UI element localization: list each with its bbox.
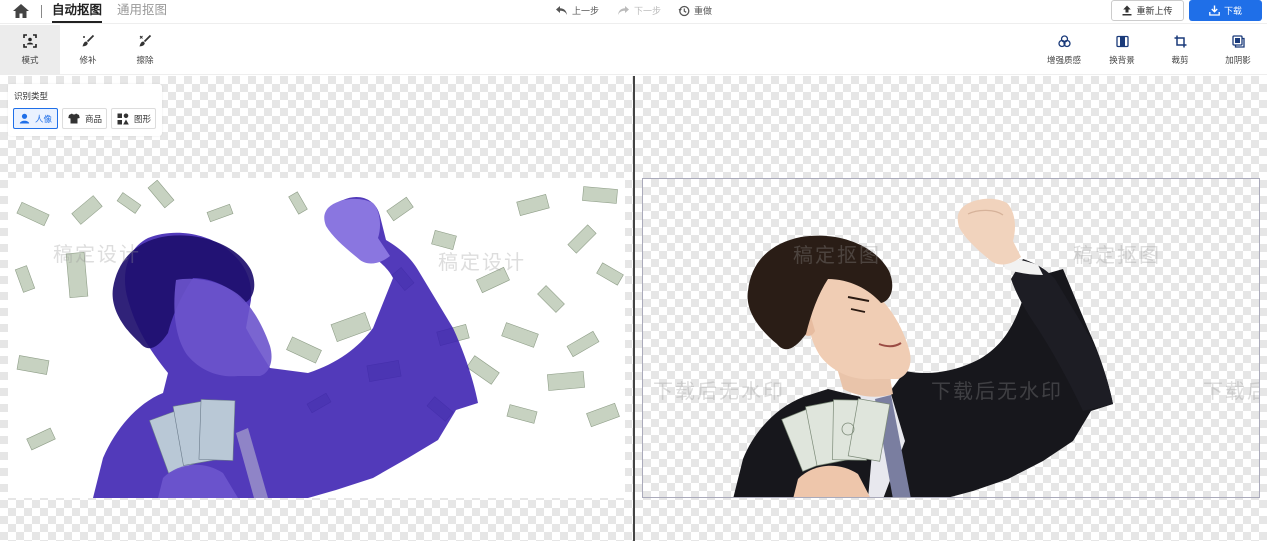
reset-button[interactable]: 重做 (678, 4, 712, 17)
download-label: 下载 (1223, 7, 1242, 17)
tool-shadow[interactable]: 加阴影 (1208, 25, 1267, 75)
type-shape-label: 图形 (134, 114, 152, 125)
watermark: 下载后无水印 (653, 379, 785, 403)
result-canvas[interactable]: 稿定抠图 稿定抠图 下载后无水印 下载后无水印 下载后 (635, 76, 1267, 541)
tool-mode[interactable]: 模式 (0, 25, 60, 75)
enhance-icon (1057, 34, 1071, 47)
upload-icon (1122, 5, 1132, 16)
tool-enhance-label: 增强质感 (1046, 55, 1081, 66)
redo-icon (618, 6, 629, 15)
tool-mode-label: 模式 (21, 56, 39, 66)
mode-icon (23, 34, 37, 48)
tool-background-label: 换背景 (1109, 55, 1135, 66)
reset-label: 重做 (694, 7, 713, 17)
toolbar: 模式 修补 擦除 增强质感 换背景 裁剪 加阴影 (0, 25, 1267, 75)
type-product-label: 商品 (85, 114, 103, 125)
download-button[interactable]: 下载 (1189, 0, 1262, 21)
shapes-icon (117, 113, 129, 124)
type-portrait-label: 人像 (35, 114, 53, 125)
divider (41, 5, 42, 18)
watermark: 稿定设计 (53, 242, 141, 266)
tool-enhance[interactable]: 增强质感 (1034, 25, 1094, 75)
recognition-type-title: 识别类型 (14, 92, 49, 102)
download-icon (1209, 5, 1220, 16)
cutout-photo (733, 198, 1113, 497)
tool-crop-label: 裁剪 (1171, 55, 1189, 66)
reupload-label: 重新上传 (1136, 7, 1173, 17)
crop-icon (1174, 35, 1186, 47)
tool-background[interactable]: 换背景 (1092, 25, 1152, 75)
watermark: 稿定设计 (438, 250, 526, 274)
tool-crop[interactable]: 裁剪 (1150, 25, 1210, 75)
person-icon (19, 113, 30, 124)
type-product-button[interactable]: 商品 (62, 108, 107, 129)
watermark: 稿定抠图 (1073, 243, 1161, 267)
original-image: 稿定设计 稿定设计 (8, 178, 625, 498)
reupload-button[interactable]: 重新上传 (1111, 0, 1184, 21)
shadow-icon (1231, 34, 1245, 48)
home-icon[interactable] (12, 3, 30, 19)
tool-eraser-label: 擦除 (136, 56, 154, 66)
undo-label: 上一步 (572, 7, 600, 17)
background-icon (1115, 35, 1129, 47)
watermark: 下载后无水印 (931, 379, 1063, 403)
history-icon (678, 5, 690, 16)
tool-shadow-label: 加阴影 (1225, 55, 1251, 66)
watermark: 下载后 (1203, 379, 1259, 403)
tool-brush[interactable]: 修补 (58, 25, 118, 75)
recognition-type-panel: 识别类型 人像 商品 图形 (8, 84, 162, 136)
tab-general-cutout[interactable]: 通用抠图 (117, 2, 167, 18)
original-canvas[interactable]: 识别类型 人像 商品 图形 稿定设计 稿定设计 (0, 76, 633, 541)
eraser-icon (139, 34, 152, 47)
undo-icon (556, 6, 567, 15)
tab-auto-cutout[interactable]: 自动抠图 (52, 2, 103, 23)
type-portrait-button[interactable]: 人像 (13, 108, 58, 129)
tool-eraser[interactable]: 擦除 (115, 25, 175, 75)
top-bar: 自动抠图 通用抠图 上一步 下一步 重做 重新上传 下载 (0, 0, 1267, 24)
watermark: 稿定抠图 (793, 243, 881, 267)
tool-brush-label: 修补 (79, 56, 97, 66)
shirt-icon (68, 113, 80, 124)
undo-button[interactable]: 上一步 (555, 4, 599, 17)
original-photo (14, 179, 624, 498)
redo-button[interactable]: 下一步 (617, 4, 661, 17)
brush-icon (82, 34, 95, 47)
type-shape-button[interactable]: 图形 (111, 108, 156, 129)
redo-label: 下一步 (634, 7, 662, 17)
result-image: 稿定抠图 稿定抠图 下载后无水印 下载后无水印 下载后 (642, 178, 1260, 498)
